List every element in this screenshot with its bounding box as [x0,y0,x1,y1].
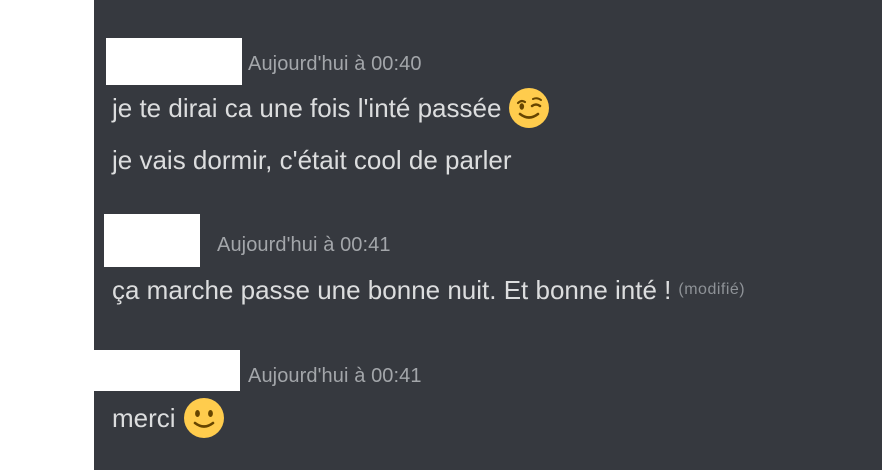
redacted-username [104,214,200,267]
message-line: je vais dormir, c'était cool de parler [112,140,511,180]
message-line: merci [112,396,226,440]
message-line: je te dirai ca une fois l'inté passée [112,86,551,130]
message-text: merci [112,402,176,433]
redacted-avatar-column [0,27,94,350]
screenshot-stage: Aujourd'hui à 00:40 je te dirai ca une f… [0,0,882,470]
message-text: je te dirai ca une fois l'inté passée [112,92,502,123]
message-line: ça marche passe une bonne nuit. Et bonne… [112,270,745,310]
redacted-username [94,350,240,391]
message-text: ça marche passe une bonne nuit. Et bonne… [112,274,672,305]
winking-face-icon [507,86,551,130]
message-timestamp: Aujourd'hui à 00:41 [217,234,391,256]
message-timestamp: Aujourd'hui à 00:41 [248,365,422,387]
edited-indicator: (modifié) [678,281,746,298]
redacted-username [106,38,242,85]
slightly-smiling-face-icon [182,396,226,440]
message-timestamp: Aujourd'hui à 00:40 [248,53,422,75]
message-text: je vais dormir, c'était cool de parler [112,144,512,175]
